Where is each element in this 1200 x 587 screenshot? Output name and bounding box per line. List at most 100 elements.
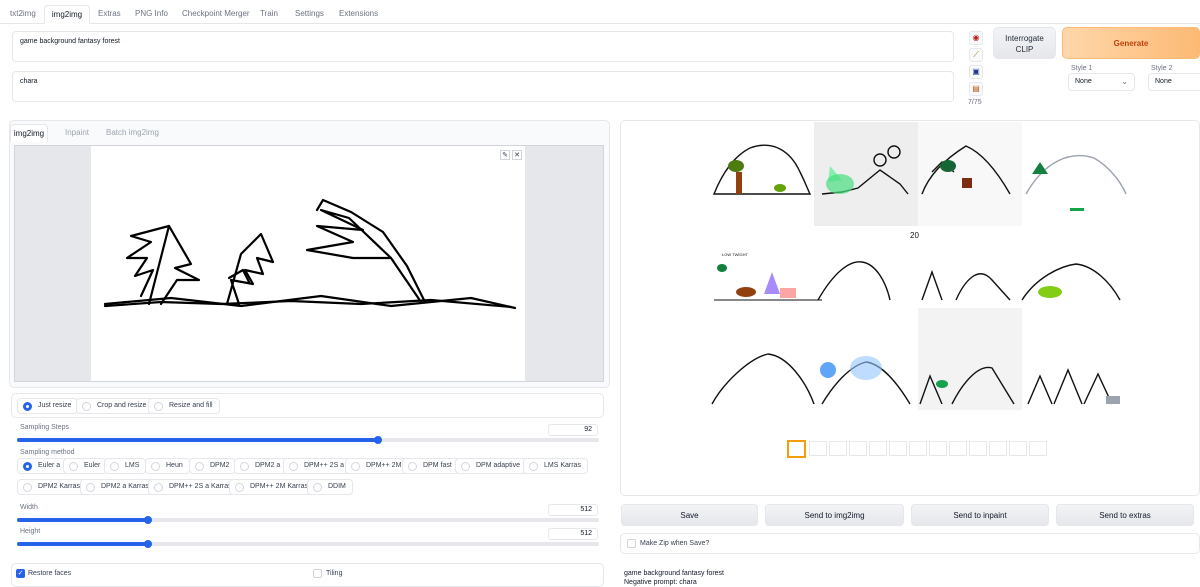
- width-knob[interactable]: [143, 516, 152, 524]
- radio-dpm2-a-karras[interactable]: DPM2 a Karras: [80, 479, 156, 495]
- sampling-method-label: Sampling method: [20, 449, 75, 456]
- grid-overlay-text: 20: [910, 231, 919, 240]
- radio-dpmpp-2s-a[interactable]: DPM++ 2S a: [283, 458, 352, 474]
- sampling-steps-knob[interactable]: [373, 436, 382, 444]
- radio-label: DPM++ 2M: [366, 462, 402, 469]
- tab-settings[interactable]: Settings: [295, 5, 324, 24]
- interrogate-clip-button[interactable]: Interrogate CLIP: [993, 27, 1056, 59]
- style1-select[interactable]: None ⌄: [1068, 73, 1135, 91]
- radio-dpm2-a[interactable]: DPM2 a: [234, 458, 288, 474]
- output-grid[interactable]: 20 LOW TWIGHT: [710, 122, 1130, 410]
- radio-label: DPM fast: [423, 462, 452, 469]
- radio-label: DDIM: [328, 483, 346, 490]
- style2-select[interactable]: None: [1148, 73, 1200, 91]
- close-icon[interactable]: ✕: [512, 150, 522, 160]
- negative-prompt-input[interactable]: chara: [12, 71, 954, 102]
- tiling-checkbox[interactable]: [313, 569, 322, 578]
- thumbnail[interactable]: [949, 441, 967, 456]
- tab-batch-img2img[interactable]: Batch img2img: [106, 124, 159, 142]
- radio-heun[interactable]: Heun: [145, 458, 190, 474]
- restore-faces-label: Restore faces: [28, 570, 72, 577]
- radio-label: LMS: [125, 462, 140, 469]
- tab-img2img[interactable]: img2img: [44, 5, 90, 24]
- width-fill: [17, 518, 148, 522]
- thumbnail[interactable]: [869, 441, 887, 456]
- radio-resize-and-fill[interactable]: Resize and fill: [148, 398, 220, 414]
- radio-label: DPM adaptive: [476, 462, 520, 469]
- radio-euler-a[interactable]: Euler a: [17, 458, 68, 474]
- thumbnail[interactable]: [829, 441, 847, 456]
- radio-label: DPM++ 2S a Karras: [169, 483, 232, 490]
- tab-png-info[interactable]: PNG Info: [135, 5, 168, 24]
- generate-button[interactable]: Generate: [1062, 27, 1200, 59]
- width-input[interactable]: 512: [548, 504, 598, 516]
- radio-lms-karras[interactable]: LMS Karras: [523, 458, 588, 474]
- edit-icon[interactable]: ✎: [500, 150, 510, 160]
- thumbnail[interactable]: [889, 441, 907, 456]
- radio-dpmpp-2s-a-karras[interactable]: DPM++ 2S a Karras: [148, 479, 239, 495]
- save-icon[interactable]: ▣: [969, 65, 983, 79]
- send-to-inpaint-button[interactable]: Send to inpaint: [911, 504, 1049, 526]
- sampling-steps-fill: [17, 438, 378, 442]
- radio-label: DPM2 a: [255, 462, 281, 469]
- radio-label: Just resize: [38, 402, 72, 409]
- radio-label: DPM2 a Karras: [101, 483, 149, 490]
- radio-euler[interactable]: Euler: [63, 458, 108, 474]
- radio-label: Euler a: [38, 462, 61, 469]
- radio-dpm-adaptive[interactable]: DPM adaptive: [455, 458, 527, 474]
- tab-checkpoint-merger[interactable]: Checkpoint Merger: [182, 5, 250, 24]
- paint-icon[interactable]: ◉: [969, 31, 983, 45]
- restore-faces-checkbox[interactable]: ✓: [16, 569, 25, 578]
- save-button[interactable]: Save: [621, 504, 758, 526]
- radio-ddim[interactable]: DDIM: [307, 479, 353, 495]
- radio-dpmpp-2m-karras[interactable]: DPM++ 2M Karras: [229, 479, 315, 495]
- radio-label: Crop and resize: [97, 402, 147, 409]
- height-input[interactable]: 512: [548, 528, 598, 540]
- thumbnail[interactable]: [809, 441, 827, 456]
- image-canvas[interactable]: ✎ ✕: [14, 145, 604, 382]
- thumbnail[interactable]: [1009, 441, 1027, 456]
- height-fill: [17, 542, 148, 546]
- prompt-input[interactable]: game background fantasy forest: [12, 31, 954, 62]
- thumbnail[interactable]: [1029, 441, 1047, 456]
- thumbnail[interactable]: [909, 441, 927, 456]
- thumbnail[interactable]: [849, 441, 867, 456]
- radio-lms[interactable]: LMS: [104, 458, 147, 474]
- tab-train[interactable]: Train: [260, 5, 278, 24]
- sampling-steps-slider[interactable]: [17, 436, 599, 444]
- radio-label: Resize and fill: [169, 402, 213, 409]
- thumbnail[interactable]: [989, 441, 1007, 456]
- thumbnail[interactable]: [787, 440, 806, 458]
- sampling-steps-label: Sampling Steps: [20, 424, 70, 431]
- thumbnail[interactable]: [929, 441, 947, 456]
- radio-dpm2[interactable]: DPM2: [189, 458, 237, 474]
- send-to-extras-button[interactable]: Send to extras: [1056, 504, 1194, 526]
- tab-extras[interactable]: Extras: [98, 5, 121, 24]
- style2-label: Style 2: [1151, 65, 1173, 72]
- send-to-img2img-button[interactable]: Send to img2img: [765, 504, 904, 526]
- radio-dpm2-karras[interactable]: DPM2 Karras: [17, 479, 88, 495]
- tab-inpaint[interactable]: Inpaint: [65, 124, 89, 142]
- height-knob[interactable]: [143, 540, 152, 548]
- make-zip-label: Make Zip when Save?: [640, 540, 710, 547]
- radio-just-resize[interactable]: Just resize: [17, 398, 79, 414]
- brush-icon[interactable]: ⟋: [969, 48, 983, 62]
- radio-label: LMS Karras: [544, 462, 581, 469]
- output-info-prompt: game background fantasy forest: [624, 570, 725, 577]
- radio-dpmpp-2m[interactable]: DPM++ 2M: [345, 458, 409, 474]
- sampling-steps-input[interactable]: 92: [548, 424, 598, 436]
- top-tab-bar: txt2img img2img Extras PNG Info Checkpoi…: [0, 0, 1200, 24]
- tab-extensions[interactable]: Extensions: [339, 5, 378, 24]
- tab-img2img-sub[interactable]: img2img: [10, 124, 48, 142]
- thumbnail[interactable]: [969, 441, 987, 456]
- chevron-down-icon: ⌄: [1121, 77, 1128, 86]
- radio-crop-and-resize[interactable]: Crop and resize: [76, 398, 154, 414]
- radio-label: DPM2: [210, 462, 230, 469]
- style1-label: Style 1: [1071, 65, 1093, 72]
- make-zip-checkbox[interactable]: [627, 539, 636, 548]
- tab-txt2img[interactable]: txt2img: [10, 5, 36, 24]
- clipboard-icon[interactable]: ▤: [969, 82, 983, 96]
- radio-dpm-fast[interactable]: DPM fast: [402, 458, 459, 474]
- width-slider[interactable]: [17, 516, 599, 524]
- height-slider[interactable]: [17, 540, 599, 548]
